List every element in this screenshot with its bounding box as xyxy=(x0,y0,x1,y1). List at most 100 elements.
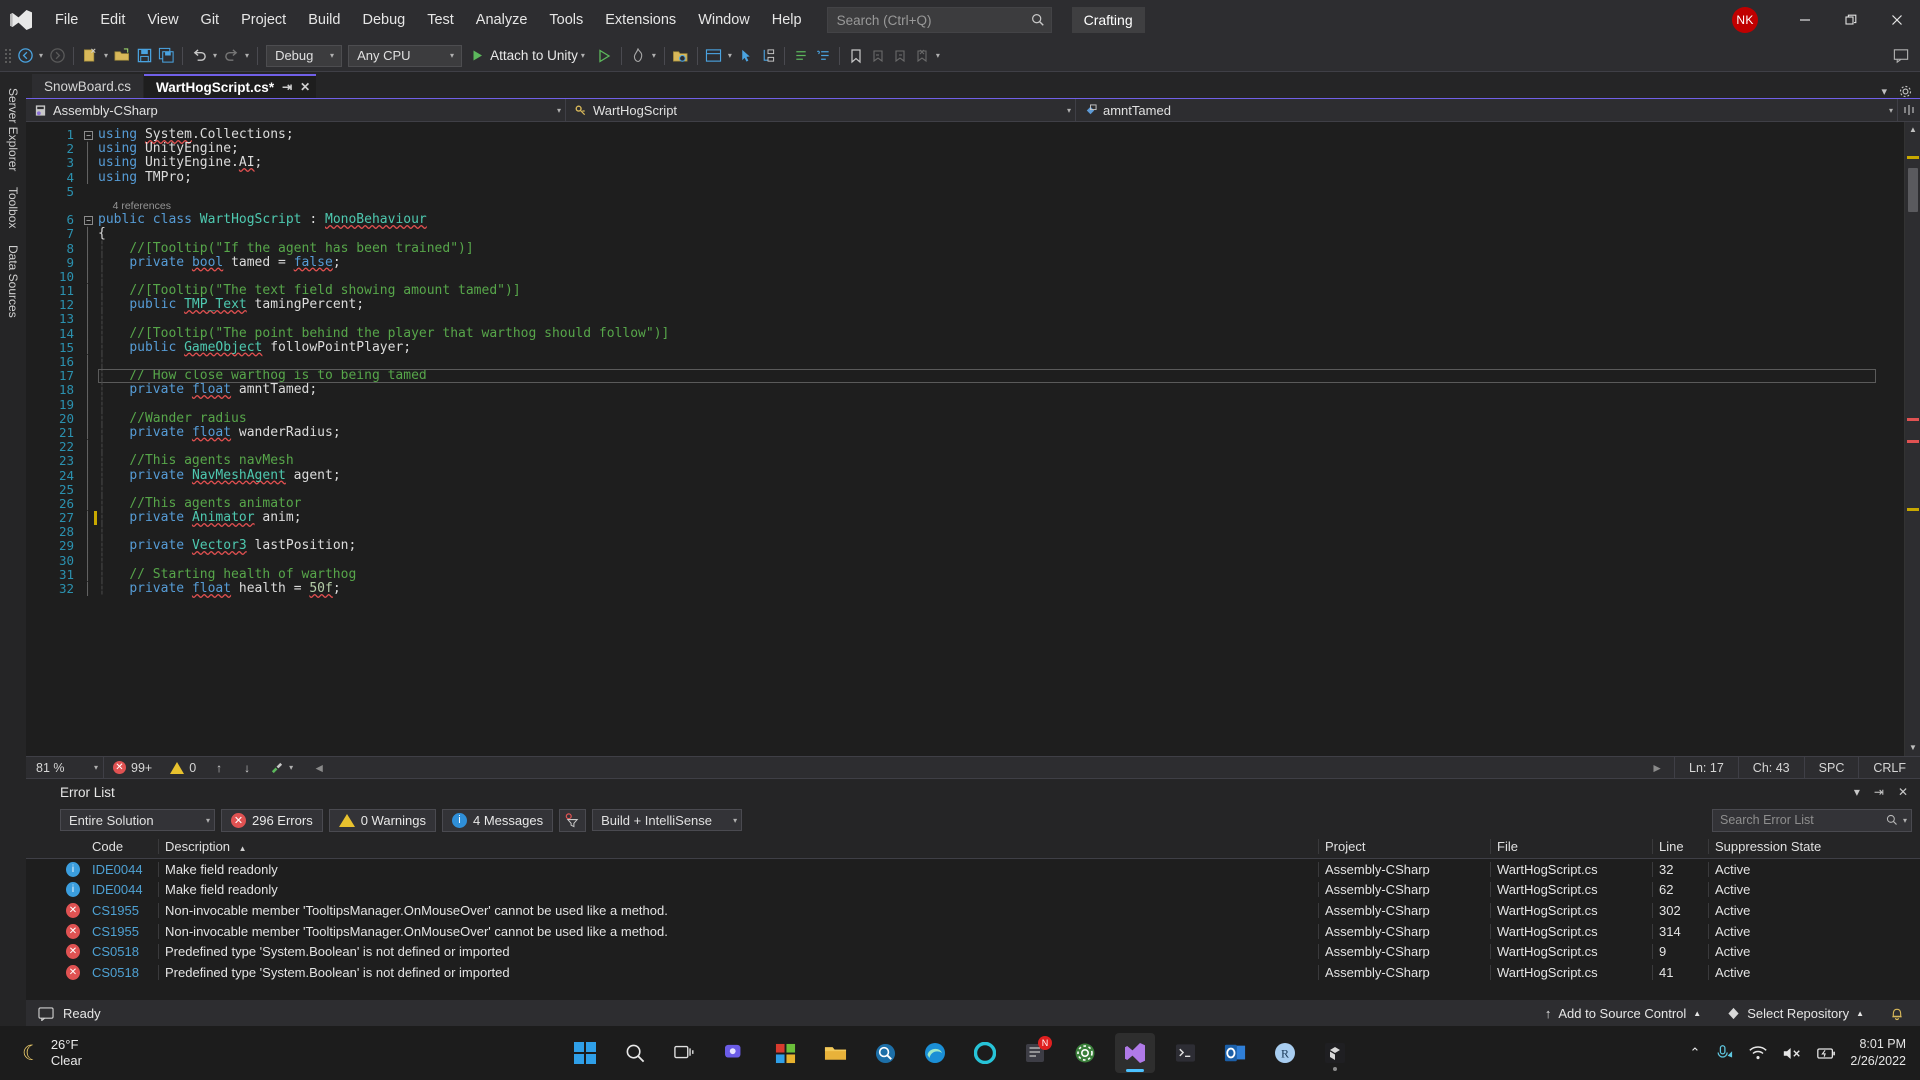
fold-glyph-column[interactable]: │ xyxy=(84,298,98,313)
code-line[interactable]: 24 │ ┆ private NavMeshAgent agent; xyxy=(26,468,1904,483)
fold-glyph-column[interactable]: │ xyxy=(84,156,98,171)
previous-bookmark-button[interactable] xyxy=(867,44,889,68)
fold-glyph-column[interactable]: │ xyxy=(84,369,98,384)
layout-caret-icon[interactable]: ▾ xyxy=(725,51,735,60)
error-list-search-box[interactable]: ▾ xyxy=(1712,808,1912,832)
wifi-icon[interactable] xyxy=(1748,1045,1768,1062)
toggle-bookmark-button[interactable] xyxy=(845,44,867,68)
code-text[interactable]: ┆ private Vector3 lastPosition; xyxy=(98,539,1904,553)
sidebar-item-server-explorer[interactable]: Server Explorer xyxy=(3,80,23,179)
th-description[interactable]: Description ▲ xyxy=(158,839,1318,854)
scroll-up-arrow-icon[interactable]: ▲ xyxy=(1905,122,1920,138)
settings-button[interactable] xyxy=(1065,1033,1105,1073)
menu-help[interactable]: Help xyxy=(761,0,813,40)
code-text[interactable]: ┆ private float health = 50f; xyxy=(98,581,1904,596)
navigate-back-button[interactable] xyxy=(14,44,36,68)
code-text[interactable]: { xyxy=(98,227,1904,241)
fold-glyph-column[interactable]: │ xyxy=(84,355,98,370)
add-to-source-control-button[interactable]: ↑ Add to Source Control ▲ xyxy=(1535,1006,1711,1021)
filter-warnings-button[interactable]: 0 Warnings xyxy=(328,808,436,832)
th-file[interactable]: File xyxy=(1490,839,1652,854)
code-text[interactable]: ┆ //[Tooltip("If the agent has been trai… xyxy=(98,241,1904,256)
row-code[interactable]: CS0518 xyxy=(86,965,158,980)
menu-debug[interactable]: Debug xyxy=(351,0,416,40)
editor-vertical-scrollbar[interactable]: ▲ ▼ xyxy=(1904,122,1920,756)
panel-dropdown-icon[interactable]: ▾ xyxy=(1854,785,1860,799)
toolbar-grip[interactable] xyxy=(4,47,12,65)
attach-to-unity-button[interactable]: Attach to Unity ▾ xyxy=(465,48,594,63)
code-text[interactable]: ┆ public TMP_Text tamingPercent; xyxy=(98,298,1904,312)
error-scope-select[interactable]: Entire Solution ▾ xyxy=(60,809,215,831)
table-row[interactable]: i IDE0044 Make field readonly Assembly-CSha… xyxy=(26,880,1920,901)
filter-messages-button[interactable]: i 4 Messages xyxy=(441,808,554,832)
open-file-button[interactable] xyxy=(111,44,133,68)
fold-glyph-column[interactable]: │ xyxy=(84,312,98,327)
code-text[interactable]: ┆ private bool tamed = false; xyxy=(98,255,1904,270)
tab-list-caret-icon[interactable]: ▾ xyxy=(1881,85,1887,98)
microphone-icon[interactable] xyxy=(1714,1044,1734,1062)
bookmark-caret-icon[interactable]: ▾ xyxy=(933,51,943,60)
undo-button[interactable] xyxy=(188,44,210,68)
code-text[interactable]: ┆ //This agents navMesh xyxy=(98,454,1904,468)
row-code[interactable]: CS1955 xyxy=(86,924,158,939)
solution-platform-select[interactable]: Any CPU ▾ xyxy=(348,44,463,67)
code-text[interactable]: using System.Collections; xyxy=(98,127,1904,142)
outlook-button[interactable] xyxy=(1215,1033,1255,1073)
solution-configuration-select[interactable]: Debug ▾ xyxy=(266,44,343,67)
filter-options-button[interactable] xyxy=(559,808,587,832)
code-text[interactable]: ┆ xyxy=(98,553,1904,568)
code-line[interactable]: 14 │ ┆ //[Tooltip("The point behind the pl… xyxy=(26,326,1904,341)
next-issue-button[interactable]: ↓ xyxy=(233,761,261,775)
fold-glyph-column[interactable]: │ xyxy=(84,241,98,256)
taskbar-search-button[interactable] xyxy=(615,1033,655,1073)
fold-glyph-column[interactable]: │ xyxy=(84,142,98,157)
code-editor[interactable]: 1− using System.Collections; 2 │ using Unity… xyxy=(26,122,1904,756)
code-line[interactable]: 8 │ ┆ //[Tooltip("If the agent has been tr… xyxy=(26,241,1904,256)
tab-snowboard-cs[interactable]: SnowBoard.cs xyxy=(32,74,144,98)
fold-glyph-column[interactable]: │ xyxy=(84,454,98,469)
gear-icon[interactable] xyxy=(1899,85,1912,98)
code-line[interactable]: 13 │ ┆ xyxy=(26,312,1904,326)
menu-edit[interactable]: Edit xyxy=(89,0,136,40)
battery-icon[interactable] xyxy=(1816,1045,1836,1062)
fold-glyph-column[interactable]: │ xyxy=(84,539,98,554)
next-bookmark-button[interactable] xyxy=(889,44,911,68)
save-all-button[interactable] xyxy=(155,44,177,68)
menu-tools[interactable]: Tools xyxy=(538,0,594,40)
code-line[interactable]: 32 │ ┆ private float health = 50f; xyxy=(26,581,1904,596)
redo-button[interactable] xyxy=(220,44,242,68)
th-code[interactable]: Code xyxy=(86,839,158,854)
table-row[interactable]: ✕ CS0518 Predefined type 'System.Boolean' … xyxy=(26,941,1920,962)
code-structure-button[interactable] xyxy=(757,44,779,68)
fold-glyph-column[interactable]: │ xyxy=(84,284,98,299)
row-code[interactable]: CS0518 xyxy=(86,944,158,959)
code-text[interactable]: ┆ public GameObject followPointPlayer; xyxy=(98,340,1904,355)
fold-glyph-column[interactable]: − xyxy=(84,213,98,227)
collapse-region-icon[interactable]: − xyxy=(84,216,93,226)
code-text[interactable]: ┆ xyxy=(98,312,1904,326)
code-text[interactable]: ┆ // How close warthog is to being tamed xyxy=(98,369,1904,383)
undo-dropdown-caret-icon[interactable]: ▾ xyxy=(210,51,220,60)
fold-glyph-column[interactable]: │ xyxy=(84,496,98,511)
code-line[interactable]: 23 │ ┆ //This agents navMesh xyxy=(26,454,1904,468)
line-endings[interactable]: CRLF xyxy=(1858,756,1920,779)
navigate-forward-button[interactable] xyxy=(46,44,68,68)
reference-hint-label[interactable]: 4 references xyxy=(98,199,1904,213)
task-view-button[interactable] xyxy=(665,1033,705,1073)
editor-warning-count[interactable]: 0 xyxy=(161,761,205,775)
code-line[interactable]: 10 │ ┆ xyxy=(26,269,1904,284)
code-line[interactable]: 12 │ ┆ public TMP_Text tamingPercent; xyxy=(26,298,1904,312)
menu-view[interactable]: View xyxy=(136,0,189,40)
editor-error-count[interactable]: ✕ 99+ xyxy=(104,761,161,775)
fold-glyph-column[interactable]: │ xyxy=(84,170,98,185)
filter-errors-button[interactable]: ✕ 296 Errors xyxy=(221,808,323,832)
navbar-project-select[interactable]: Assembly-CSharp ▾ xyxy=(26,99,566,121)
global-search-box[interactable] xyxy=(826,7,1052,33)
navbar-split-button[interactable] xyxy=(1898,104,1920,116)
notes-app-button[interactable]: N xyxy=(1015,1033,1055,1073)
menu-build[interactable]: Build xyxy=(297,0,351,40)
code-line[interactable]: 18 │ ┆ private float amntTamed; xyxy=(26,383,1904,397)
code-text[interactable]: ┆ //[Tooltip("The point behind the playe… xyxy=(98,326,1904,341)
teams-button[interactable] xyxy=(715,1033,755,1073)
indentation-mode[interactable]: SPC xyxy=(1803,756,1859,779)
